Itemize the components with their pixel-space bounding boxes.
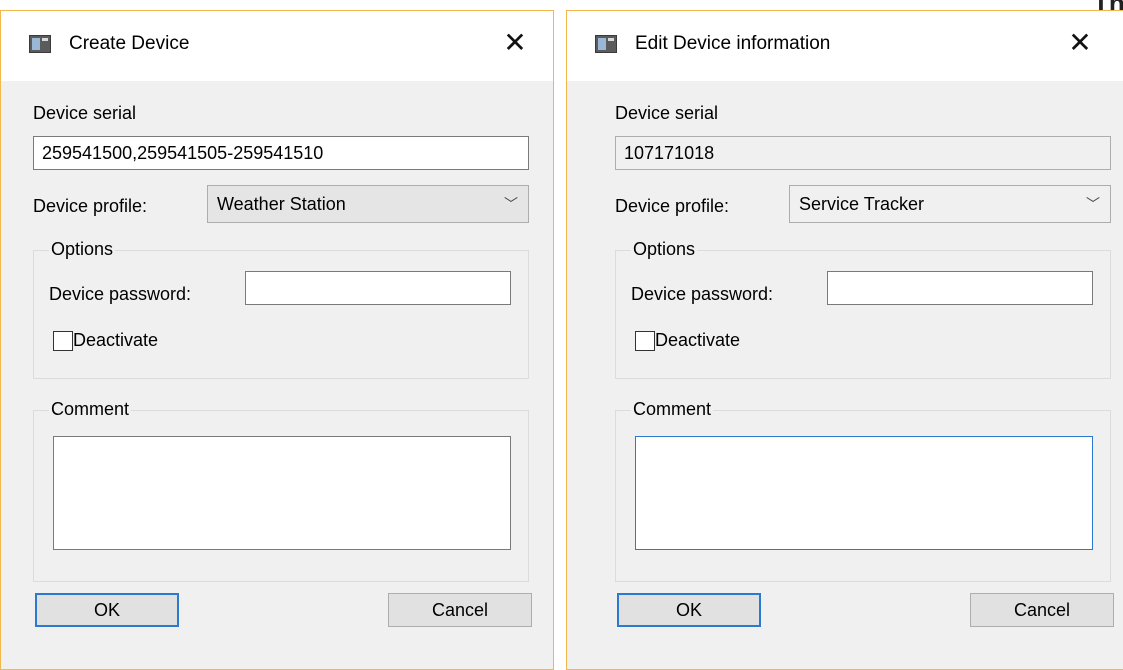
device-password-input[interactable] — [827, 271, 1093, 305]
app-window-icon — [595, 35, 617, 53]
comment-textarea[interactable] — [635, 436, 1093, 550]
cancel-button[interactable]: Cancel — [970, 593, 1114, 627]
ok-button[interactable]: OK — [35, 593, 179, 627]
comment-textarea[interactable] — [53, 436, 511, 550]
cancel-button[interactable]: Cancel — [388, 593, 532, 627]
device-password-label: Device password: — [49, 284, 192, 304]
device-password-label: Device password: — [631, 284, 774, 304]
close-icon[interactable]: ✕ — [497, 25, 533, 61]
options-group — [615, 250, 1111, 379]
title-bar[interactable]: Edit Device information ✕ — [567, 11, 1123, 81]
device-profile-dropdown[interactable]: Service Tracker ﹀ — [789, 185, 1111, 223]
device-profile-dropdown[interactable]: Weather Station ﹀ — [207, 185, 529, 223]
create-device-dialog: Create Device ✕ Device serial Device pro… — [0, 10, 554, 670]
ok-button[interactable]: OK — [617, 593, 761, 627]
close-icon[interactable]: ✕ — [1062, 25, 1098, 61]
title-bar[interactable]: Create Device ✕ — [1, 11, 553, 81]
deactivate-checkbox[interactable] — [53, 331, 73, 351]
options-group-label: Options — [631, 239, 698, 260]
device-profile-label: Device profile: — [615, 196, 730, 216]
chevron-down-icon: ﹀ — [1086, 196, 1100, 212]
edit-device-dialog: Edit Device information ✕ Device serial … — [566, 10, 1123, 670]
dialog-title: Edit Device information — [635, 33, 831, 54]
options-group-label: Options — [49, 239, 116, 260]
device-serial-label: Device serial — [615, 103, 719, 123]
device-profile-value: Service Tracker — [799, 194, 925, 214]
device-profile-label: Device profile: — [33, 196, 148, 216]
chevron-down-icon: ﹀ — [504, 196, 518, 212]
device-serial-input[interactable] — [615, 136, 1111, 170]
options-group — [33, 250, 529, 379]
deactivate-label[interactable]: Deactivate — [73, 330, 158, 351]
deactivate-label[interactable]: Deactivate — [655, 330, 740, 351]
app-window-icon — [29, 35, 51, 53]
device-profile-value: Weather Station — [217, 194, 346, 214]
device-serial-input[interactable] — [33, 136, 529, 170]
deactivate-checkbox[interactable] — [635, 331, 655, 351]
comment-group-label: Comment — [49, 399, 132, 420]
comment-group-label: Comment — [631, 399, 714, 420]
device-serial-label: Device serial — [33, 103, 137, 123]
device-password-input[interactable] — [245, 271, 511, 305]
dialog-title: Create Device — [69, 33, 190, 54]
